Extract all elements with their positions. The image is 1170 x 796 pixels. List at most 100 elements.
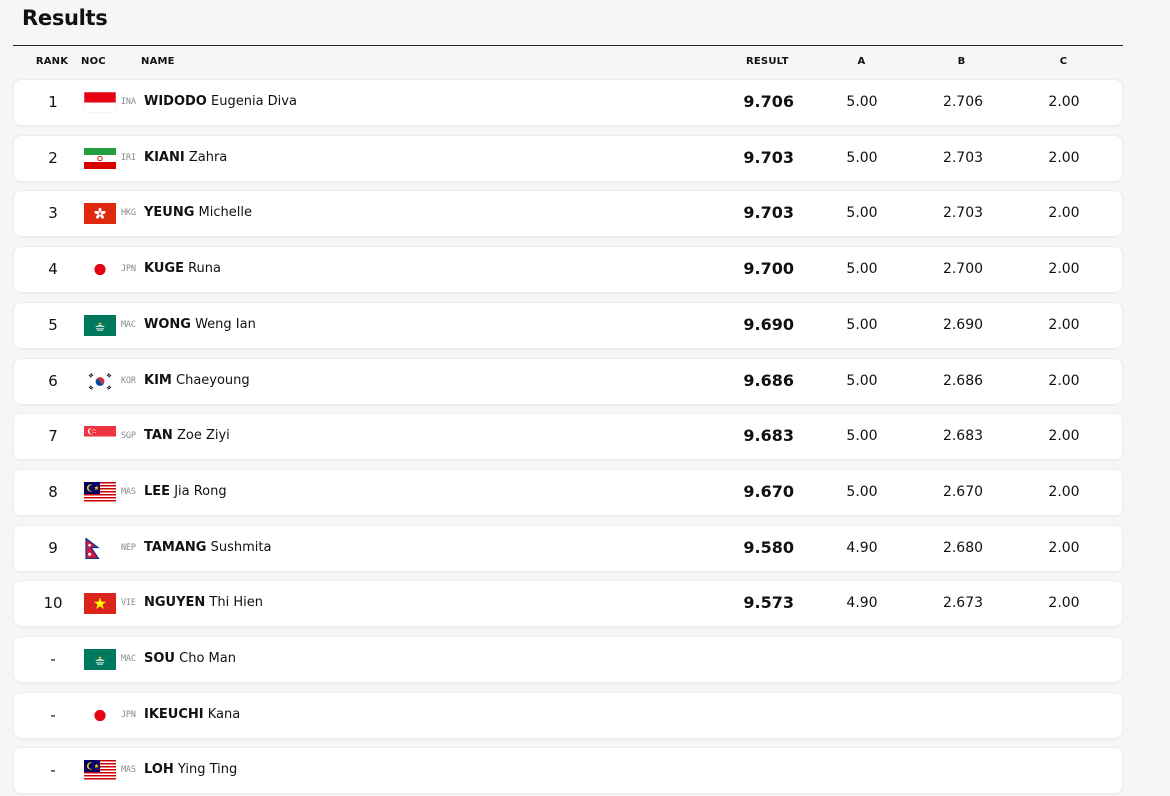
- score-a-cell: 5.00: [846, 372, 878, 389]
- athlete-given-name: Michelle: [198, 205, 252, 221]
- athlete-name-link[interactable]: YEUNG Michelle: [144, 205, 252, 220]
- score-a-cell: 4.90: [846, 595, 878, 612]
- column-header-rank[interactable]: RANK: [13, 56, 91, 67]
- table-row[interactable]: 2 IRI KIANI Zahra 9.703 5.00 2.703 2.00: [13, 134, 1123, 182]
- athlete-surname: IKEUCHI: [144, 706, 204, 722]
- rank-cell: 5: [48, 315, 58, 334]
- score-a-cell: 5.00: [846, 205, 878, 222]
- athlete-surname: LEE: [144, 483, 171, 499]
- athlete-name-link[interactable]: IKEUCHI Kana: [144, 707, 240, 722]
- athlete-name-link[interactable]: KIANI Zahra: [144, 150, 227, 165]
- athlete-given-name: Ying Ting: [177, 762, 238, 778]
- rank-cell: 2: [48, 148, 58, 167]
- table-row[interactable]: 9 NEP TAMANG Sushmita 9.580 4.90 2.680 2.00: [13, 524, 1123, 572]
- athlete-given-name: Runa: [188, 261, 221, 277]
- athlete-name-link[interactable]: NGUYEN Thi Hien: [144, 595, 263, 610]
- table-row[interactable]: 8 MAS LEE Jia Rong 9.670 5.00 2.670 2.00: [13, 468, 1123, 516]
- indonesia-flag-icon: [84, 92, 116, 113]
- column-header-name[interactable]: NAME: [141, 56, 175, 67]
- result-cell: 9.686: [743, 370, 794, 390]
- score-b-cell: 2.680: [942, 539, 984, 556]
- korea-flag-icon: [84, 370, 116, 392]
- result-cell: 9.580: [743, 537, 794, 557]
- result-cell: 9.690: [743, 314, 794, 334]
- noc-code: MAC: [121, 319, 136, 330]
- column-header-noc[interactable]: NOC: [81, 56, 106, 67]
- noc-code: VIE: [121, 598, 136, 609]
- athlete-given-name: Chaeyoung: [176, 372, 250, 388]
- athlete-given-name: Zahra: [188, 149, 228, 165]
- athlete-surname: KUGE: [144, 261, 184, 277]
- result-cell: 9.670: [743, 481, 794, 501]
- score-c-cell: 2.00: [1048, 372, 1080, 389]
- score-c-cell: 2.00: [1048, 539, 1080, 556]
- column-header-b[interactable]: B: [949, 56, 974, 67]
- score-b-cell: 2.683: [942, 428, 984, 445]
- table-row[interactable]: - MAC SOU Cho Man: [13, 636, 1123, 683]
- score-b-cell: 2.703: [942, 149, 984, 166]
- table-row[interactable]: 5 MAC WONG Weng Ian 9.690 5.00 2.690 2.00: [13, 301, 1123, 349]
- athlete-name-link[interactable]: LOH Ying Ting: [144, 762, 237, 777]
- score-c-cell: 2.00: [1048, 149, 1080, 166]
- score-b-cell: 2.700: [942, 261, 984, 278]
- result-cell: 9.700: [743, 259, 794, 279]
- score-b-cell: 2.706: [942, 94, 984, 110]
- noc-code: MAS: [121, 486, 136, 497]
- athlete-surname: LOH: [144, 762, 174, 778]
- column-header-result[interactable]: RESULT: [746, 56, 789, 67]
- athlete-surname: KIANI: [144, 149, 185, 165]
- score-c-cell: 2.00: [1048, 205, 1080, 222]
- rank-cell: 3: [48, 204, 58, 223]
- result-cell: 9.573: [743, 593, 794, 613]
- noc-code: JPN: [121, 709, 136, 720]
- noc-code: INA: [121, 97, 136, 107]
- result-cell: 9.706: [743, 92, 794, 111]
- athlete-name-link[interactable]: SOU Cho Man: [144, 651, 236, 666]
- score-c-cell: 2.00: [1048, 261, 1080, 278]
- malaysia-flag-icon: [84, 760, 116, 782]
- table-row[interactable]: 4 JPN KUGE Runa 9.700 5.00 2.700 2.00: [13, 246, 1123, 294]
- noc-code: SGP: [121, 431, 136, 442]
- athlete-surname: NGUYEN: [144, 595, 206, 611]
- athlete-name-link[interactable]: KUGE Runa: [144, 261, 221, 276]
- athlete-name-link[interactable]: LEE Jia Rong: [144, 484, 227, 499]
- hongkong-flag-icon: [84, 203, 116, 225]
- rank-cell: 7: [48, 427, 58, 446]
- rank-cell: 10: [43, 594, 63, 613]
- noc-code: HKG: [121, 208, 136, 219]
- table-row[interactable]: 10 VIE NGUYEN Thi Hien 9.573 4.90 2.673 2.00: [13, 580, 1123, 628]
- score-a-cell: 5.00: [846, 94, 878, 110]
- vietnam-flag-icon: [84, 593, 116, 615]
- rank-cell: 6: [48, 371, 58, 390]
- score-b-cell: 2.703: [942, 205, 984, 222]
- athlete-given-name: Zoe Ziyi: [176, 428, 230, 444]
- malaysia-flag-icon: [84, 481, 116, 503]
- table-row[interactable]: 1 INA WIDODO Eugenia Diva 9.706 5.00 2.706 2.0…: [13, 79, 1123, 126]
- column-header-c[interactable]: C: [1051, 56, 1076, 67]
- noc-code: KOR: [121, 375, 136, 386]
- iran-flag-icon: [84, 147, 116, 169]
- rank-cell: -: [50, 761, 56, 780]
- athlete-name-link[interactable]: TAMANG Sushmita: [144, 540, 271, 555]
- column-header-a[interactable]: A: [849, 56, 874, 67]
- score-c-cell: 2.00: [1048, 595, 1080, 612]
- score-a-cell: 5.00: [846, 316, 878, 333]
- macao-flag-icon: [84, 649, 116, 670]
- japan-flag-icon: [84, 704, 116, 726]
- athlete-name-link[interactable]: TAN Zoe Ziyi: [144, 428, 230, 443]
- japan-flag-icon: [84, 259, 116, 281]
- table-row[interactable]: - MAS LOH Ying Ting: [13, 747, 1123, 795]
- athlete-name-link[interactable]: KIM Chaeyoung: [144, 373, 250, 388]
- athlete-name-link[interactable]: WIDODO Eugenia Diva: [144, 94, 297, 109]
- athlete-surname: SOU: [144, 651, 175, 666]
- score-a-cell: 5.00: [846, 149, 878, 166]
- athlete-given-name: Thi Hien: [209, 595, 263, 611]
- table-row[interactable]: 6 KOR KIM Chaeyoung 9.686 5.00 2.686 2.00: [13, 357, 1123, 405]
- athlete-surname: YEUNG: [144, 205, 195, 221]
- athlete-name-link[interactable]: WONG Weng Ian: [144, 317, 256, 332]
- table-row[interactable]: - JPN IKEUCHI Kana: [13, 691, 1123, 739]
- table-row[interactable]: 7 SGP TAN Zoe Ziyi 9.683 5.00 2.683 2.00: [13, 413, 1123, 461]
- table-row[interactable]: 3 HKG YEUNG Michelle 9.703 5.00 2.703 2.00: [13, 190, 1123, 238]
- athlete-surname: WONG: [144, 316, 191, 332]
- nepal-flag-icon: [84, 537, 116, 559]
